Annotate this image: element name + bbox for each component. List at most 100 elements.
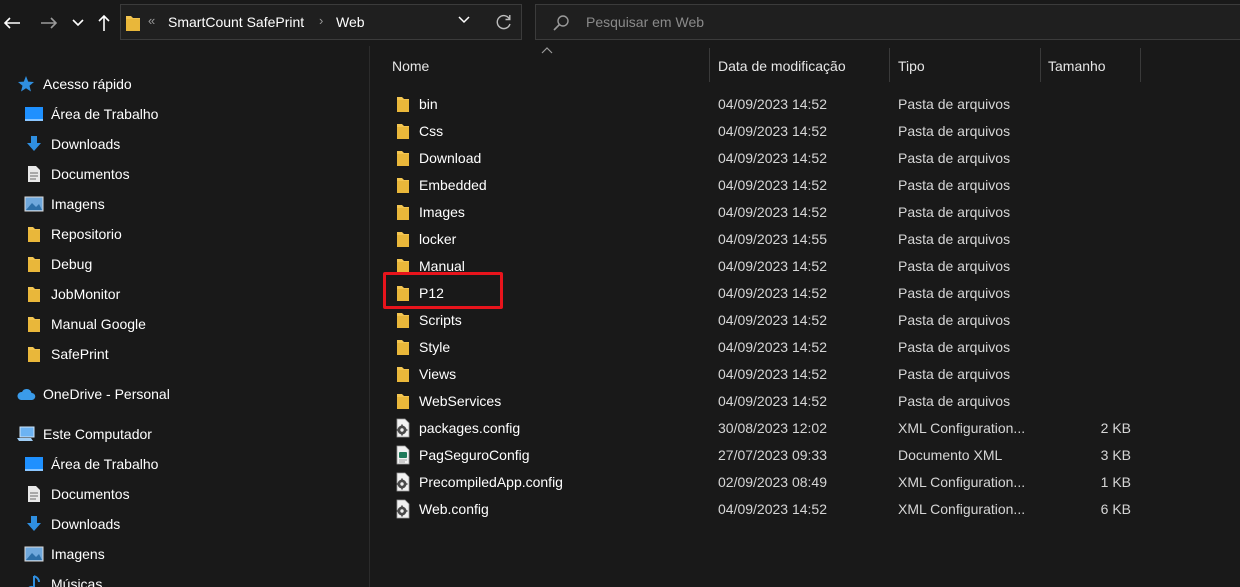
title-bar: « SmartCount SafePrint › Web Pesquisar e… xyxy=(0,0,1240,46)
sort-ascending-icon xyxy=(541,47,553,54)
sidebar-item-music[interactable]: Músicas xyxy=(24,570,369,587)
config-file-icon xyxy=(394,472,412,492)
folder-icon xyxy=(394,175,412,195)
file-size: 1 KB xyxy=(1100,474,1131,490)
folder-icon xyxy=(24,315,44,333)
file-name: Embedded xyxy=(419,177,487,193)
column-divider[interactable] xyxy=(1140,48,1141,82)
file-date: 04/09/2023 14:52 xyxy=(718,96,827,112)
file-row[interactable]: packages.config 30/08/2023 12:02 XML Confi… xyxy=(384,414,1144,441)
file-row[interactable]: Images 04/09/2023 14:52 Pasta de arquivos xyxy=(384,198,1144,225)
breadcrumb-overflow-icon[interactable]: « xyxy=(148,13,155,28)
sidebar-item-desktop-pc[interactable]: Área de Trabalho xyxy=(24,450,369,478)
download-icon xyxy=(24,515,44,533)
file-name: Manual xyxy=(419,258,465,274)
arrow-right-icon xyxy=(41,17,58,29)
sidebar-item-label: Área de Trabalho xyxy=(51,106,159,122)
file-row[interactable]: Views 04/09/2023 14:52 Pasta de arquivos xyxy=(384,360,1144,387)
sidebar-item-documents-pc[interactable]: Documentos xyxy=(24,480,369,508)
file-row[interactable]: bin 04/09/2023 14:52 Pasta de arquivos xyxy=(384,90,1144,117)
breadcrumb-item[interactable]: Web xyxy=(336,14,365,30)
sidebar-item-label: Manual Google xyxy=(51,316,146,332)
file-row[interactable]: Manual 04/09/2023 14:52 Pasta de arquivos xyxy=(384,252,1144,279)
sidebar-item-debug[interactable]: Debug xyxy=(24,250,369,278)
file-date: 04/09/2023 14:52 xyxy=(718,393,827,409)
sidebar-item-jobmonitor[interactable]: JobMonitor xyxy=(24,280,369,308)
folder-icon xyxy=(24,345,44,363)
sidebar-item-documents[interactable]: Documentos xyxy=(24,160,369,188)
back-button[interactable] xyxy=(0,0,24,46)
sidebar-item-downloads-pc[interactable]: Downloads xyxy=(24,510,369,538)
column-header-name[interactable]: Nome xyxy=(392,52,429,80)
refresh-icon[interactable] xyxy=(495,13,513,31)
up-button[interactable] xyxy=(94,0,114,46)
sidebar-item-downloads[interactable]: Downloads xyxy=(24,130,369,158)
file-name: Scripts xyxy=(419,312,462,328)
file-type: Pasta de arquivos xyxy=(898,204,1011,220)
file-date: 04/09/2023 14:52 xyxy=(718,258,827,274)
file-type: Pasta de arquivos xyxy=(898,285,1011,301)
column-divider[interactable] xyxy=(1040,48,1041,82)
folder-icon xyxy=(394,256,412,276)
file-row[interactable]: Embedded 04/09/2023 14:52 Pasta de arquivo… xyxy=(384,171,1144,198)
search-input[interactable]: Pesquisar em Web xyxy=(586,14,704,30)
sidebar-item-pictures[interactable]: Imagens xyxy=(24,190,369,218)
file-name: Download xyxy=(419,150,482,166)
file-row[interactable]: Css 04/09/2023 14:52 Pasta de arquivos xyxy=(384,117,1144,144)
search-icon xyxy=(553,15,569,31)
file-name: locker xyxy=(419,231,457,247)
breadcrumb-item[interactable]: SmartCount SafePrint xyxy=(168,14,304,30)
sidebar-item-pictures-pc[interactable]: Imagens xyxy=(24,540,369,568)
file-name: Web.config xyxy=(419,501,489,517)
column-header-type[interactable]: Tipo xyxy=(898,52,925,80)
file-type: Pasta de arquivos xyxy=(898,96,1011,112)
column-header-size[interactable]: Tamanho xyxy=(1048,52,1106,80)
file-row[interactable]: PrecompiledApp.config 02/09/2023 08:49 XML… xyxy=(384,468,1144,495)
recent-locations-button[interactable] xyxy=(70,0,86,46)
column-header-date[interactable]: Data de modificação xyxy=(718,52,846,80)
file-row[interactable]: Web.config 04/09/2023 14:52 XML Configurat… xyxy=(384,495,1144,522)
config-file-icon xyxy=(394,499,412,519)
address-bar[interactable]: « SmartCount SafePrint › Web xyxy=(120,4,522,40)
file-row[interactable]: WebServices 04/09/2023 14:52 Pasta de arqu… xyxy=(384,387,1144,414)
column-divider[interactable] xyxy=(709,48,710,82)
sidebar-item-label: Documentos xyxy=(51,166,130,182)
file-date: 04/09/2023 14:52 xyxy=(718,204,827,220)
folder-icon xyxy=(394,364,412,384)
forward-button[interactable] xyxy=(38,0,60,46)
sidebar-item-label: Imagens xyxy=(51,196,105,212)
sidebar-item-safeprint[interactable]: SafePrint xyxy=(24,340,369,368)
search-box[interactable]: Pesquisar em Web xyxy=(535,4,1240,40)
xml-document-icon xyxy=(394,445,412,465)
sidebar-item-label: Repositorio xyxy=(51,226,122,242)
file-row[interactable]: Style 04/09/2023 14:52 Pasta de arquivos xyxy=(384,333,1144,360)
file-row[interactable]: Scripts 04/09/2023 14:52 Pasta de arquivos xyxy=(384,306,1144,333)
file-name: P12 xyxy=(419,285,444,301)
file-row[interactable]: P12 04/09/2023 14:52 Pasta de arquivos xyxy=(384,279,1144,306)
sidebar-item-quick-access[interactable]: Acesso rápido xyxy=(16,70,369,98)
sidebar-item-label: Este Computador xyxy=(43,426,152,442)
file-row[interactable]: PagSeguroConfig 27/07/2023 09:33 Documento… xyxy=(384,441,1144,468)
file-type: Pasta de arquivos xyxy=(898,123,1011,139)
folder-icon xyxy=(394,391,412,411)
sidebar-item-this-pc[interactable]: Este Computador xyxy=(16,420,369,448)
file-row[interactable]: locker 04/09/2023 14:55 Pasta de arquivos xyxy=(384,225,1144,252)
sidebar-item-manual-google[interactable]: Manual Google xyxy=(24,310,369,338)
file-type: XML Configuration... xyxy=(898,474,1026,490)
file-date: 02/09/2023 08:49 xyxy=(718,474,827,490)
file-date: 04/09/2023 14:52 xyxy=(718,366,827,382)
music-icon xyxy=(24,575,44,587)
file-size: 6 KB xyxy=(1100,501,1131,517)
sidebar-item-onedrive[interactable]: OneDrive - Personal xyxy=(16,380,369,408)
file-name: Style xyxy=(419,339,451,355)
sidebar-item-repositorio[interactable]: Repositorio xyxy=(24,220,369,248)
download-icon xyxy=(24,135,44,153)
file-row[interactable]: Download 04/09/2023 14:52 Pasta de arquivo… xyxy=(384,144,1144,171)
file-name: bin xyxy=(419,96,438,112)
column-divider[interactable] xyxy=(889,48,890,82)
sidebar-item-desktop[interactable]: Área de Trabalho xyxy=(24,100,369,128)
file-type: Documento XML xyxy=(898,447,1003,463)
chevron-down-icon[interactable] xyxy=(457,15,471,25)
sidebar-item-label: OneDrive - Personal xyxy=(43,386,170,402)
file-date: 04/09/2023 14:52 xyxy=(718,123,827,139)
